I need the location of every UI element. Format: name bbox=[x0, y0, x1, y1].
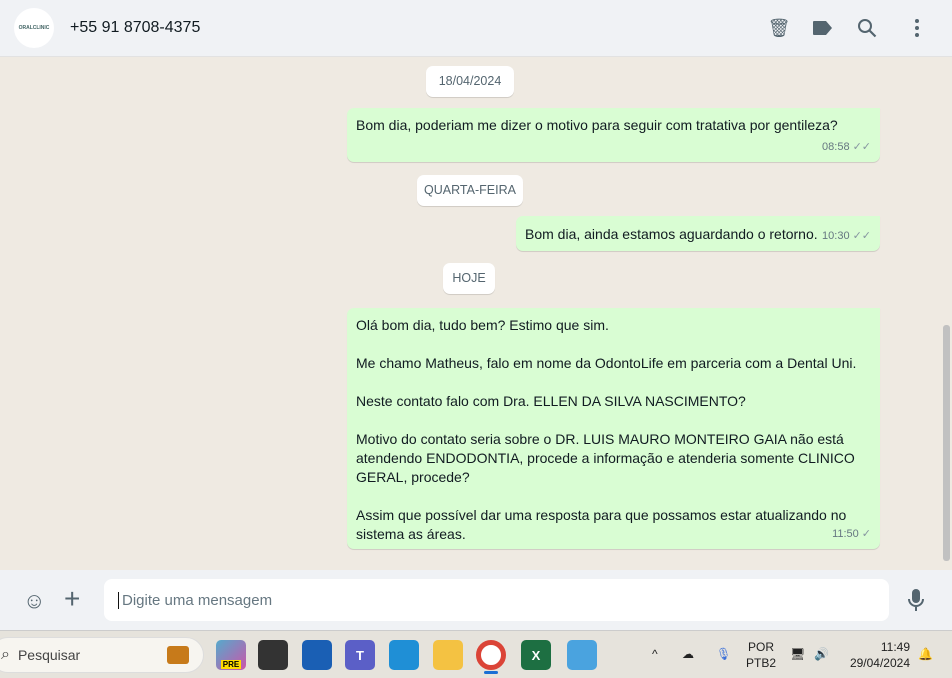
volume-icon[interactable]: 🔊 bbox=[814, 646, 829, 662]
network-icon[interactable]: 🖥 bbox=[790, 646, 805, 662]
contact-avatar[interactable]: ORALCLINIC bbox=[14, 8, 54, 48]
keyboard-layout-label: PTB2 bbox=[746, 656, 777, 670]
clock-date: 29/04/2024 bbox=[849, 656, 910, 670]
language-label: POR bbox=[748, 640, 775, 654]
attach-plus-icon[interactable]: + bbox=[64, 584, 80, 614]
message-time: 10:30 bbox=[822, 230, 850, 242]
active-app-indicator bbox=[484, 671, 498, 674]
chat-scrollbar[interactable] bbox=[943, 325, 950, 561]
message-bubble[interactable]: Olá bom dia, tudo bem? Estimo que sim. M… bbox=[347, 308, 880, 549]
contact-name[interactable]: +55 91 8708-4375 bbox=[70, 19, 200, 37]
file-explorer-icon[interactable] bbox=[433, 640, 463, 670]
double-tick-icon: ✓✓ bbox=[852, 230, 871, 242]
double-tick-icon: ✓✓ bbox=[852, 141, 871, 153]
microphone-icon[interactable] bbox=[907, 588, 925, 617]
emoji-icon[interactable]: ☺ bbox=[23, 588, 45, 614]
message-text: Bom dia, ainda estamos aguardando o reto… bbox=[525, 226, 818, 242]
date-chip: HOJE bbox=[443, 263, 495, 294]
message-meta: 10:30 ✓✓ bbox=[822, 227, 871, 246]
message-text: Assim que possível dar uma resposta para… bbox=[356, 507, 847, 542]
onedrive-icon[interactable]: ☁ bbox=[682, 646, 694, 662]
message-input[interactable]: Digite uma mensagem bbox=[104, 579, 889, 621]
message-text: Me chamo Matheus, falo em nome da Odonto… bbox=[356, 355, 857, 371]
message-time: 08:58 bbox=[822, 141, 850, 153]
notepad-icon[interactable] bbox=[567, 640, 597, 670]
message-bubble[interactable]: Bom dia, ainda estamos aguardando o reto… bbox=[516, 216, 880, 251]
message-text: Bom dia, poderiam me dizer o motivo para… bbox=[356, 117, 838, 133]
message-meta: 11:50 ✓ bbox=[832, 525, 871, 544]
message-text: Motivo do contato seria sobre o DR. LUIS… bbox=[356, 431, 855, 485]
task-view-icon[interactable] bbox=[258, 640, 288, 670]
label-icon[interactable] bbox=[811, 16, 835, 40]
message-placeholder: Digite uma mensagem bbox=[118, 591, 272, 609]
date-chip: 18/04/2024 bbox=[426, 66, 514, 97]
tray-chevron-icon[interactable]: ^ bbox=[652, 646, 658, 662]
single-tick-icon: ✓ bbox=[861, 528, 871, 540]
teams-icon[interactable]: T bbox=[345, 640, 375, 670]
search-icon[interactable] bbox=[855, 16, 879, 40]
delete-icon[interactable]: 🗑 bbox=[767, 16, 791, 40]
message-meta: 08:58 ✓✓ bbox=[822, 138, 871, 157]
language-indicator[interactable]: POR PTB2 bbox=[746, 639, 776, 671]
notification-bell-icon[interactable]: 🔔 bbox=[918, 646, 933, 662]
edge-icon[interactable] bbox=[389, 640, 419, 670]
copilot-icon[interactable]: PRE bbox=[216, 640, 246, 670]
store-icon[interactable] bbox=[302, 640, 332, 670]
clock-time: 11:49 bbox=[880, 640, 910, 654]
briefcase-icon bbox=[167, 646, 189, 664]
message-text: Neste contato falo com Dra. ELLEN DA SIL… bbox=[356, 393, 746, 409]
microphone-tray-icon[interactable]: 🎙 bbox=[716, 646, 731, 662]
clock[interactable]: 11:49 29/04/2024 bbox=[846, 639, 910, 671]
menu-icon[interactable] bbox=[905, 16, 929, 40]
message-time: 11:50 bbox=[832, 528, 859, 540]
message-bubble[interactable]: Bom dia, poderiam me dizer o motivo para… bbox=[347, 108, 880, 162]
chrome-icon[interactable] bbox=[476, 640, 506, 670]
message-text: Olá bom dia, tudo bem? Estimo que sim. bbox=[356, 317, 609, 333]
taskbar-search[interactable]: ⌕ Pesquisar bbox=[0, 637, 204, 673]
excel-icon[interactable]: X bbox=[521, 640, 551, 670]
search-label: Pesquisar bbox=[17, 647, 81, 663]
search-icon: ⌕ bbox=[1, 646, 10, 663]
pre-badge: PRE bbox=[220, 659, 242, 669]
date-chip: QUARTA-FEIRA bbox=[417, 175, 523, 206]
avatar-logo-text: ORALCLINIC bbox=[18, 25, 50, 31]
